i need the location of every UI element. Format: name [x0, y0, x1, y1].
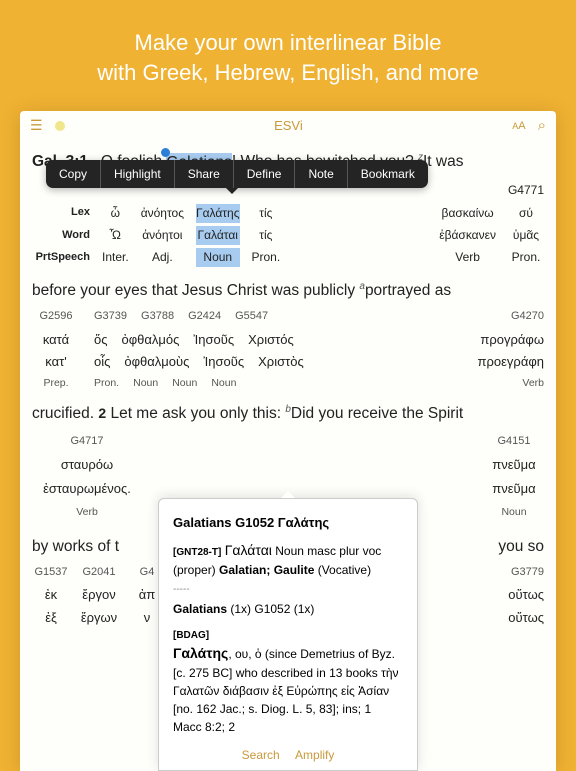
interlinear-block: G4771 LexὦἀνόητοςΓαλάτηςτίςβασκαίνωσύ Wo…	[32, 181, 544, 267]
highlight-color-indicator[interactable]	[55, 121, 65, 131]
highlight-button[interactable]: Highlight	[101, 160, 175, 188]
strongs-row: G2596G3739G3788G2424G5547G4270	[32, 308, 544, 326]
pos-row: Prep.Pron.NounNounNounVerb	[32, 375, 544, 392]
dict-freq: Galatians (1x) G1052 (1x)	[173, 600, 403, 618]
verse-text[interactable]: crucified. 2 Let me ask you only this: b…	[32, 402, 544, 427]
dictionary-popup: Galatians G1052 Γαλάτης [GNT28-T] Γαλάτα…	[158, 498, 418, 771]
copy-button[interactable]: Copy	[46, 160, 101, 188]
search-icon[interactable]: ⌕	[538, 117, 546, 134]
dict-amplify-link[interactable]: Amplify	[295, 748, 334, 762]
bookmark-button[interactable]: Bookmark	[348, 160, 428, 188]
dict-title: Galatians G1052 Γαλάτης	[173, 513, 403, 533]
greek-lex-row: κατάὅςὀφθαλμόςἸησοῦςΧριστόςπρογράφω	[32, 330, 544, 351]
font-size-button[interactable]: AAAA	[512, 120, 525, 132]
dict-search-link[interactable]: Search	[242, 748, 280, 762]
greek-word-row: κατ'οἷςὀφθαλμοὺςἸησοῦςΧριστὸςπροεγράφη	[32, 352, 544, 373]
dict-entry-bdag: [BDAG] Γαλάτης, ου, ὁ (since Demetrius o…	[173, 628, 403, 736]
note-button[interactable]: Note	[295, 160, 347, 188]
dict-entry-gnt: [GNT28-T] Γαλάται Noun masc plur voc (pr…	[173, 540, 403, 579]
promo-text: Make your own interlinear Bible with Gre…	[0, 0, 576, 111]
selection-popup: Copy Highlight Share Define Note Bookmar…	[46, 160, 428, 188]
verse-text[interactable]: before your eyes that Jesus Christ was p…	[32, 279, 544, 304]
app-window: ☰ ESVi AAAA ⌕ Copy Highlight Share Defin…	[20, 111, 556, 771]
dict-actions: Search Amplify	[173, 746, 403, 764]
define-button[interactable]: Define	[234, 160, 296, 188]
toolbar: ☰ ESVi AAAA ⌕	[20, 111, 556, 138]
version-title[interactable]: ESVi	[274, 118, 303, 133]
share-button[interactable]: Share	[175, 160, 234, 188]
toc-icon[interactable]: ☰	[30, 117, 43, 134]
